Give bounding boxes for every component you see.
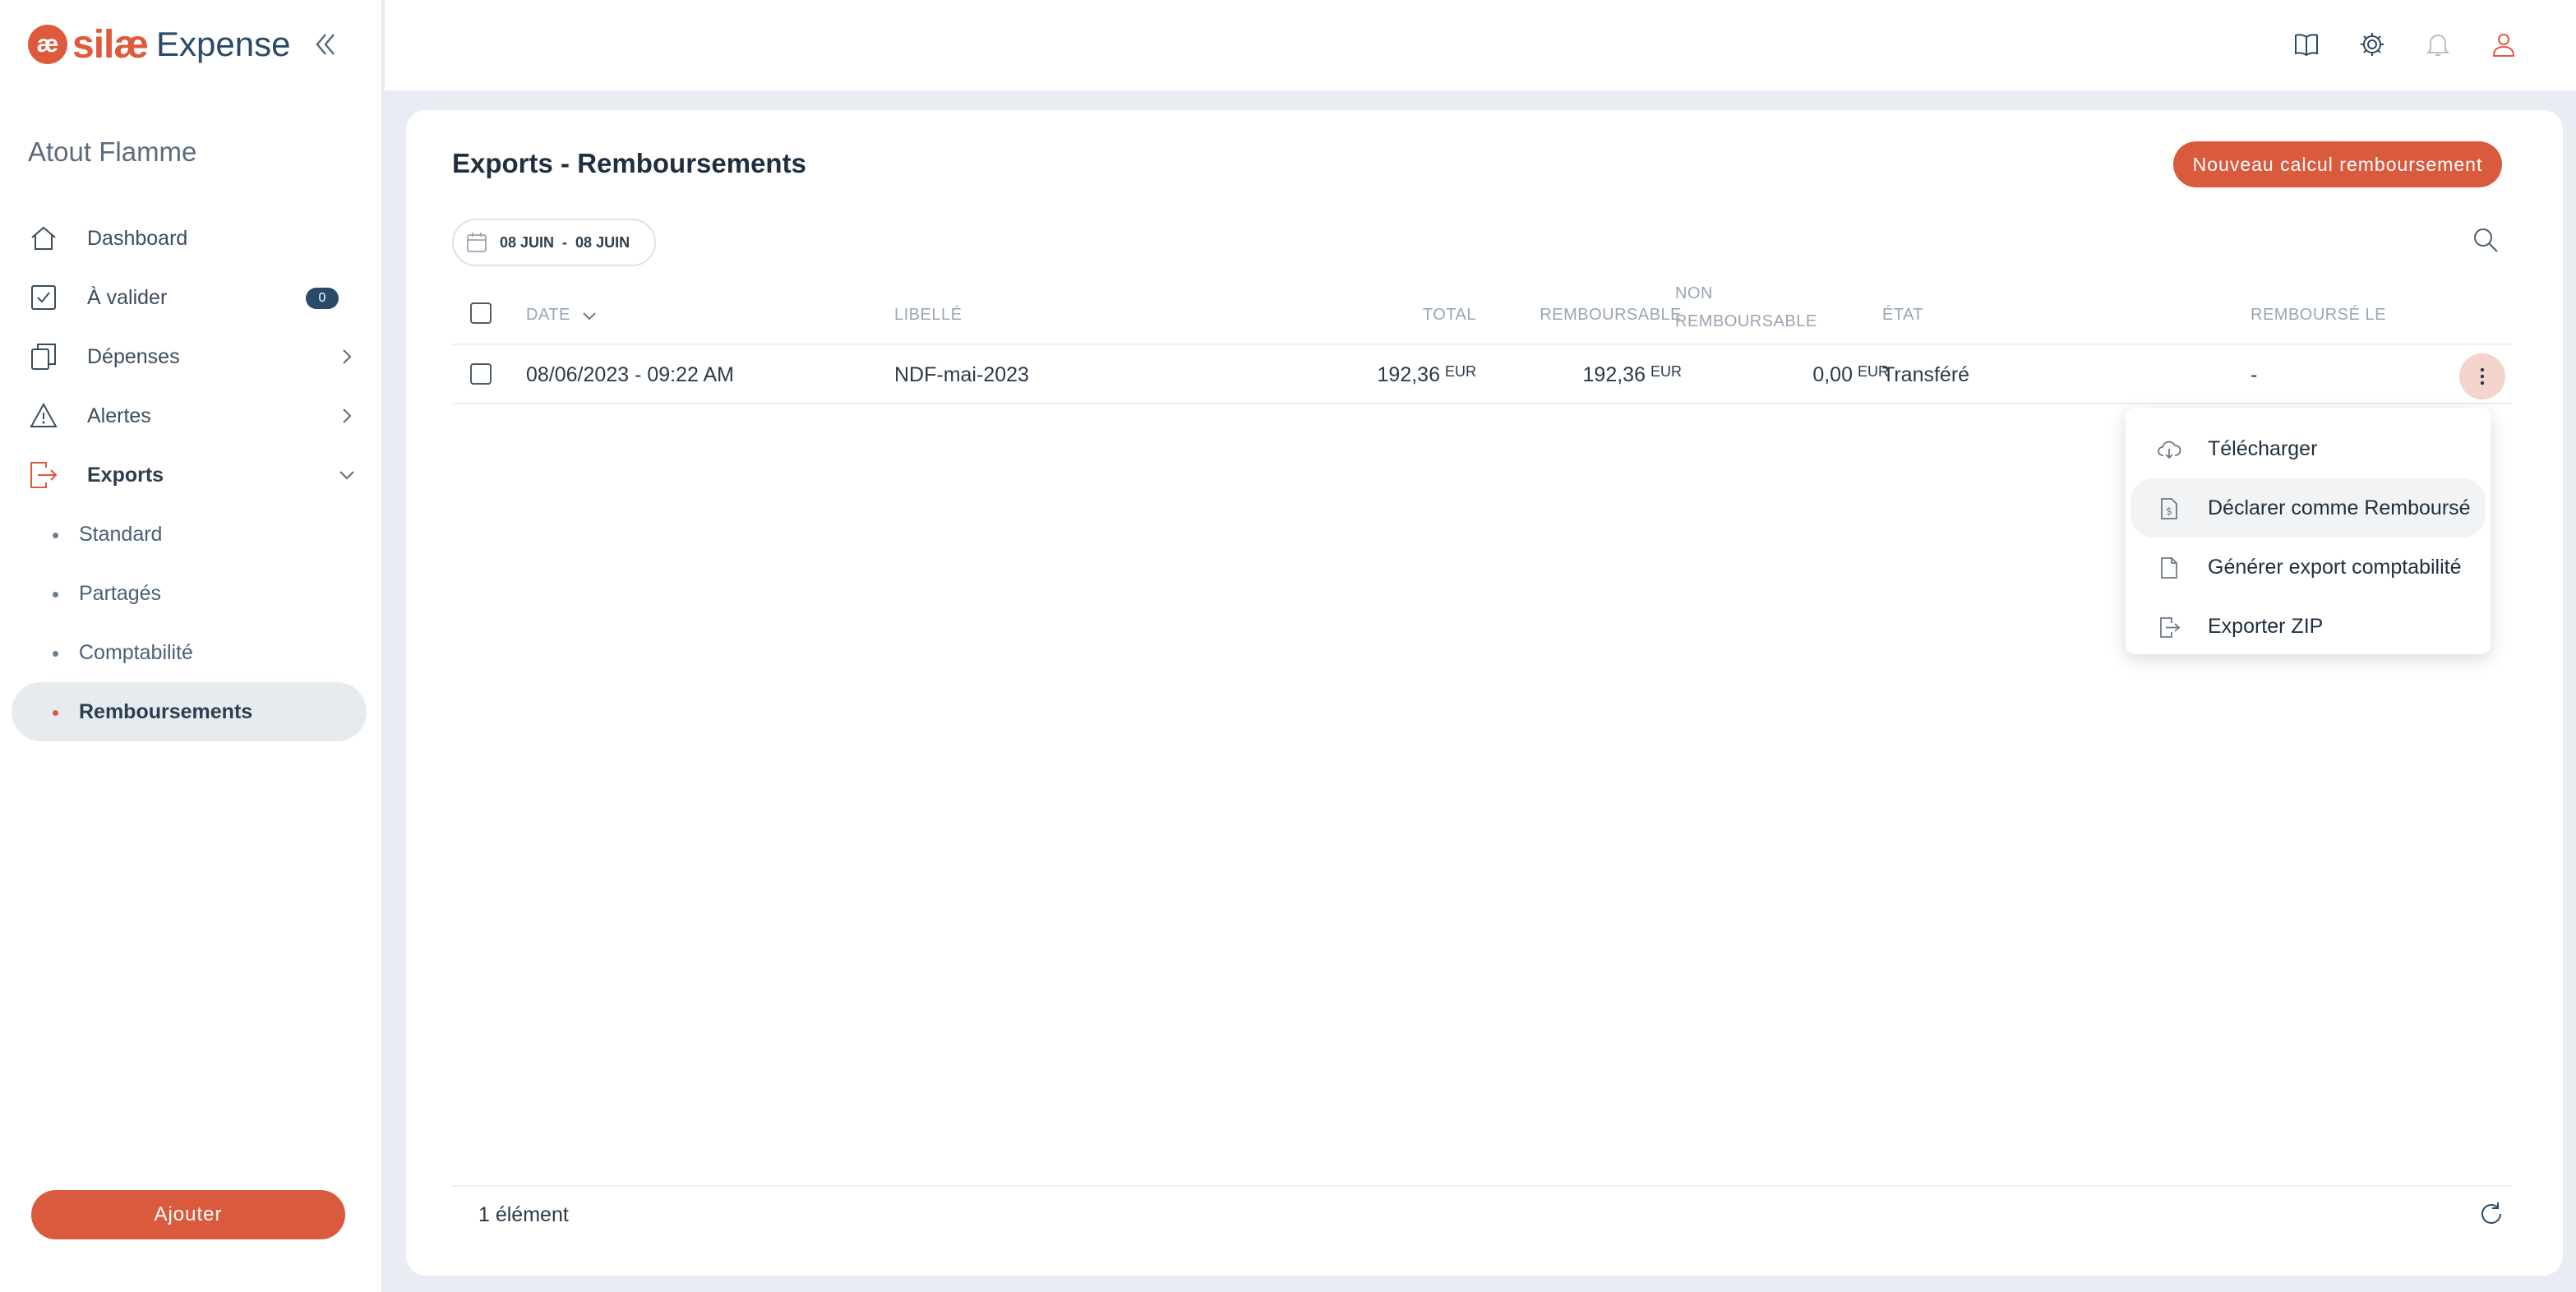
sidebar-item-label: À valider xyxy=(87,285,168,309)
column-non-line1: NON xyxy=(1675,284,1713,302)
table-row[interactable]: 08/06/2023 - 09:22 AM NDF-mai-2023 192,3… xyxy=(452,345,2512,404)
main-card: Exports - Remboursements Nouveau calcul … xyxy=(406,110,2563,1276)
reimbursements-table: DATE LIBELLÉ TOTAL REMBOURSABLE NON REMB… xyxy=(452,279,2512,404)
brand-silae: silæ xyxy=(72,22,149,67)
sidebar-nav: Dashboard À valider 0 Dépenses Alertes E… xyxy=(12,209,367,741)
documents-icon xyxy=(28,341,59,372)
sidebar-item-depenses[interactable]: Dépenses xyxy=(12,327,367,386)
menu-item-label: Déclarer comme Remboursé xyxy=(2208,496,2471,519)
sidebar-item-label: Dashboard xyxy=(87,226,188,250)
column-non-remboursable-header[interactable]: NON REMBOURSABLE xyxy=(1675,279,1817,335)
sidebar-subitem-standard[interactable]: Standard xyxy=(12,505,367,564)
cell-total: 192,36 EUR xyxy=(1312,363,1476,387)
column-total-header[interactable]: TOTAL xyxy=(1366,306,1476,325)
cell-remboursable: 192,36 EUR xyxy=(1517,363,1682,387)
column-date-header[interactable]: DATE xyxy=(526,306,598,325)
cell-date: 08/06/2023 - 09:22 AM xyxy=(526,363,734,386)
date-to: 08 JUIN xyxy=(575,233,630,251)
cell-libelle: NDF-mai-2023 xyxy=(894,363,1029,386)
sidebar-item-exports[interactable]: Exports xyxy=(12,445,367,505)
row-actions-menu: Télécharger $ Déclarer comme Remboursé G… xyxy=(2126,408,2491,654)
column-etat-header[interactable]: ÉTAT xyxy=(1882,306,1923,325)
pending-count-badge: 0 xyxy=(306,288,339,309)
column-libelle-header[interactable]: LIBELLÉ xyxy=(894,306,962,325)
brand-logo[interactable]: æ silæ Expense xyxy=(28,21,291,67)
silae-logo-icon: æ xyxy=(28,25,67,64)
book-icon[interactable] xyxy=(2290,28,2323,61)
menu-item-label: Exporter ZIP xyxy=(2208,614,2324,638)
cell-etat: Transféré xyxy=(1882,363,1970,386)
cell-remboursable-value: 192,36 xyxy=(1582,363,1646,386)
refresh-icon[interactable] xyxy=(2477,1200,2507,1230)
bell-icon[interactable] xyxy=(2421,28,2454,61)
sidebar: æ silæ Expense Atout Flamme Dashboard À … xyxy=(0,0,383,1292)
sidebar-subitem-comptabilite[interactable]: Comptabilité xyxy=(12,623,367,682)
file-dollar-icon: $ xyxy=(2157,496,2181,521)
menu-item-label: Générer export comptabilité xyxy=(2208,555,2462,579)
column-non-line2: REMBOURSABLE xyxy=(1675,312,1817,330)
column-remboursable-header[interactable]: REMBOURSABLE xyxy=(1465,306,1682,325)
calendar-icon xyxy=(465,231,488,254)
chevron-right-icon xyxy=(335,345,358,368)
menu-item-exporter-zip[interactable]: Exporter ZIP xyxy=(2131,597,2486,656)
sidebar-item-alertes[interactable]: Alertes xyxy=(12,386,367,445)
sort-chevron-icon xyxy=(580,307,598,325)
sidebar-subitem-remboursements[interactable]: Remboursements xyxy=(12,682,367,741)
file-export-icon xyxy=(2157,615,2181,639)
date-from: 08 JUIN xyxy=(500,233,555,251)
new-reimbursement-button[interactable]: Nouveau calcul remboursement xyxy=(2173,141,2502,187)
sidebar-item-label: Dépenses xyxy=(87,344,180,368)
row-actions-button[interactable] xyxy=(2459,353,2505,399)
page-title: Exports - Remboursements xyxy=(452,148,806,178)
cell-rembourse-le: - xyxy=(2251,363,2258,386)
svg-text:$: $ xyxy=(2166,505,2172,517)
sidebar-item-label: Alertes xyxy=(87,404,151,427)
element-count: 1 élément xyxy=(478,1203,569,1226)
file-icon xyxy=(2157,556,2181,580)
more-vertical-icon xyxy=(2478,365,2486,388)
select-all-checkbox[interactable] xyxy=(470,302,492,324)
cell-remboursable-currency: EUR xyxy=(1650,363,1682,380)
menu-item-declarer-rembourse[interactable]: $ Déclarer comme Remboursé xyxy=(2131,478,2486,538)
top-bar xyxy=(385,0,2576,90)
cell-non-remboursable: 0,00 EUR xyxy=(1724,363,1889,387)
home-icon xyxy=(28,223,59,254)
sidebar-subitem-label: Standard xyxy=(79,522,163,546)
warning-icon xyxy=(28,400,59,431)
menu-item-telecharger[interactable]: Télécharger xyxy=(2131,419,2486,478)
collapse-sidebar-icon[interactable] xyxy=(309,28,342,61)
sidebar-subitem-partages[interactable]: Partagés xyxy=(12,564,367,623)
gear-icon[interactable] xyxy=(2356,28,2389,61)
date-range-picker[interactable]: 08 JUIN - 08 JUIN xyxy=(452,219,656,266)
check-square-icon xyxy=(28,282,59,313)
export-icon xyxy=(28,459,59,491)
row-checkbox[interactable] xyxy=(470,363,492,385)
company-name: Atout Flamme xyxy=(28,136,197,167)
add-button[interactable]: Ajouter xyxy=(31,1190,345,1239)
column-rembourse-le-header[interactable]: REMBOURSÉ LE xyxy=(2251,306,2386,325)
chevron-down-icon xyxy=(335,464,358,487)
column-date-label: DATE xyxy=(526,306,570,324)
cloud-download-icon xyxy=(2157,437,2181,462)
menu-item-label: Télécharger xyxy=(2208,436,2318,460)
cell-total-value: 192,36 xyxy=(1377,363,1440,386)
sidebar-item-label: Exports xyxy=(87,463,164,487)
sidebar-subitem-label: Remboursements xyxy=(79,699,253,723)
table-footer-divider xyxy=(452,1185,2512,1187)
search-icon[interactable] xyxy=(2471,225,2504,258)
user-icon[interactable] xyxy=(2487,28,2520,61)
sidebar-item-dashboard[interactable]: Dashboard xyxy=(12,209,367,268)
menu-item-generer-export[interactable]: Générer export comptabilité xyxy=(2131,538,2486,597)
sidebar-subitem-label: Comptabilité xyxy=(79,640,193,664)
date-separator: - xyxy=(562,233,568,251)
chevron-right-icon xyxy=(335,404,358,427)
table-header: DATE LIBELLÉ TOTAL REMBOURSABLE NON REMB… xyxy=(452,279,2512,345)
sidebar-item-a-valider[interactable]: À valider 0 xyxy=(12,268,367,327)
sidebar-subitem-label: Partagés xyxy=(79,581,162,605)
cell-non-remboursable-value: 0,00 xyxy=(1812,363,1853,386)
cell-total-currency: EUR xyxy=(1444,363,1476,380)
brand-product: Expense xyxy=(156,25,291,63)
